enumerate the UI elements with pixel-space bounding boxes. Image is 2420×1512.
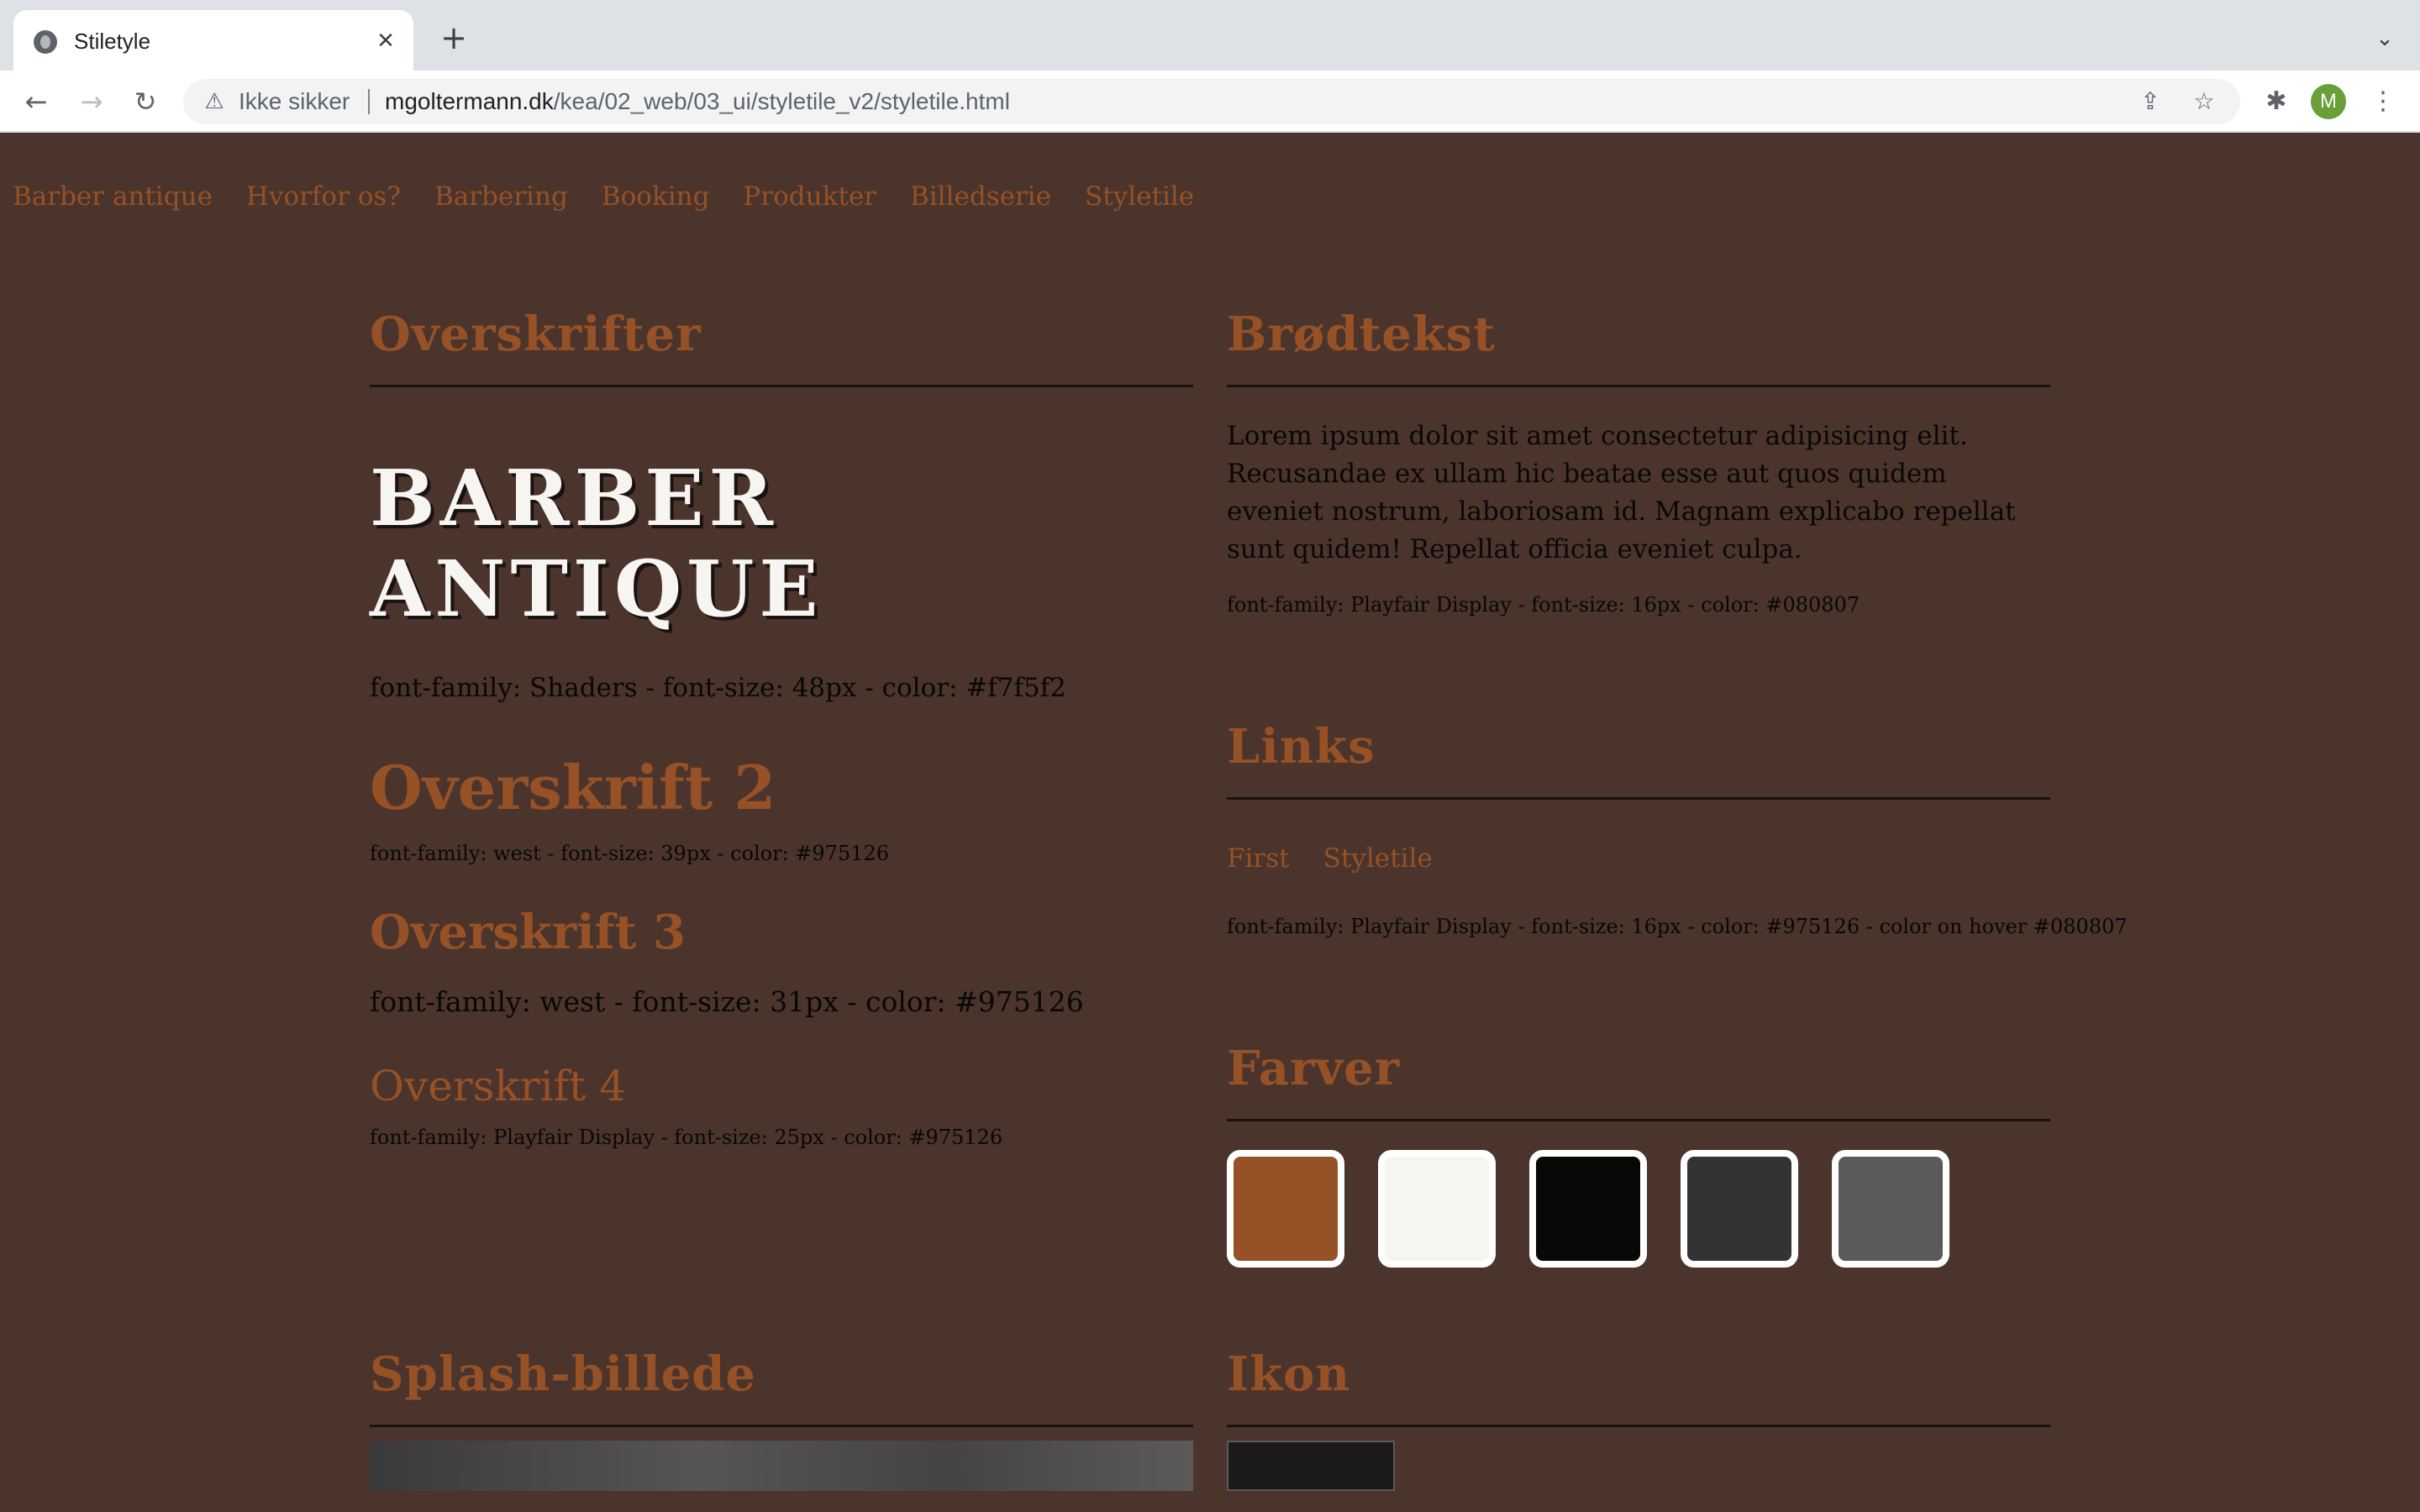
color-swatch — [1529, 1150, 1647, 1268]
nav-link-styletile[interactable]: Styletile — [1085, 176, 1194, 217]
forward-button[interactable]: → — [74, 84, 109, 119]
body-spec: font-family: Playfair Display - font-siz… — [1227, 593, 1860, 617]
splash-image — [370, 1441, 1193, 1491]
link-first[interactable]: First — [1227, 838, 1290, 879]
icon-column: Ikon — [1227, 1342, 2050, 1491]
address-bar[interactable]: ⚠ Ikke sikker mgoltermann.dk/kea/02_web/… — [183, 79, 2240, 124]
close-icon[interactable]: ✕ — [371, 27, 400, 55]
nav-link-barber-antique[interactable]: Barber antique — [13, 176, 213, 217]
nav-link-hvorfor-os[interactable]: Hvorfor os? — [246, 176, 401, 217]
heading-4-sample: Overskrift 4 — [370, 1062, 626, 1110]
section-title-brodtekst: Brødtekst — [1227, 307, 1497, 362]
body-paragraph: Lorem ipsum dolor sit amet consectetur a… — [1227, 421, 2016, 564]
back-button[interactable]: ← — [18, 84, 54, 119]
share-icon[interactable]: ⇪ — [2136, 87, 2165, 116]
splash-column: Splash-billede — [370, 1342, 1193, 1491]
browser-tab[interactable]: Stiletyle ✕ — [13, 10, 413, 71]
reload-button[interactable]: ↻ — [128, 84, 163, 119]
color-swatch — [1378, 1150, 1496, 1268]
section-title-overskrifter: Overskrifter — [370, 307, 702, 362]
heading-3-sample: Overskrift 3 — [370, 905, 686, 960]
heading-2-sample: Overskrift 2 — [370, 752, 776, 823]
display-heading-line1: BARBER — [370, 453, 778, 543]
section-title-links: Links — [1227, 719, 1376, 774]
headings-column: Overskrifter BARBER ANTIQUE font-family:… — [370, 302, 1193, 1152]
chevron-down-icon[interactable]: ⌄ — [2370, 24, 2400, 54]
globe-icon — [34, 30, 57, 54]
color-swatch — [1832, 1150, 1949, 1268]
section-divider — [1227, 385, 2050, 387]
url-host: mgoltermann.dk — [385, 88, 554, 114]
section-divider — [1227, 1119, 2050, 1121]
nav-link-barbering[interactable]: Barbering — [434, 176, 568, 217]
address-divider — [368, 89, 370, 114]
section-divider — [1227, 797, 2050, 800]
nav-link-produkter[interactable]: Produkter — [743, 176, 876, 217]
icon-image — [1227, 1441, 1395, 1491]
browser-toolbar: ← → ↻ ⚠ Ikke sikker mgoltermann.dk/kea/0… — [0, 71, 2420, 133]
section-title-splash: Splash-billede — [370, 1347, 757, 1402]
display-heading-line2: ANTIQUE — [370, 543, 823, 634]
avatar[interactable]: M — [2311, 84, 2346, 119]
section-divider — [370, 385, 1193, 387]
section-divider — [370, 1425, 1193, 1427]
tab-title: Stiletyle — [74, 29, 151, 54]
page-content: Barber antique Hvorfor os? Barbering Boo… — [0, 133, 2420, 1512]
color-swatch — [1681, 1150, 1798, 1268]
links-spec: font-family: Playfair Display - font-siz… — [1227, 915, 2128, 938]
tab-strip: Stiletyle ✕ + ⌄ — [0, 0, 2420, 71]
color-swatches — [1227, 1150, 2050, 1268]
section-title-ikon: Ikon — [1227, 1347, 1351, 1402]
nav-link-booking[interactable]: Booking — [602, 176, 710, 217]
more-menu-icon[interactable]: ⋮ — [2368, 84, 2398, 119]
heading-2-spec: font-family: west - font-size: 39px - co… — [370, 842, 890, 865]
url-text[interactable]: mgoltermann.dk/kea/02_web/03_ui/styletil… — [385, 87, 1010, 116]
url-path: /kea/02_web/03_ui/styletile_v2/styletile… — [553, 88, 1010, 114]
links-row: First Styletile — [1227, 838, 2050, 879]
nav-link-billedserie[interactable]: Billedserie — [910, 176, 1051, 217]
site-nav: Barber antique Hvorfor os? Barbering Boo… — [13, 176, 1194, 217]
color-swatch — [1227, 1150, 1344, 1268]
security-label[interactable]: Ikke sikker — [239, 87, 350, 116]
display-heading: BARBER ANTIQUE — [370, 453, 1193, 634]
display-spec: font-family: Shaders - font-size: 48px -… — [370, 673, 1066, 703]
section-title-farver: Farver — [1227, 1041, 1401, 1096]
section-divider — [1227, 1425, 2050, 1427]
link-styletile[interactable]: Styletile — [1323, 838, 1433, 879]
heading-4-spec: font-family: Playfair Display - font-siz… — [370, 1126, 1003, 1149]
extensions-icon[interactable]: ✱ — [2260, 86, 2292, 118]
heading-3-spec: font-family: west - font-size: 31px - co… — [370, 985, 1084, 1018]
warning-icon[interactable]: ⚠ — [200, 87, 229, 116]
body-column: Brødtekst Lorem ipsum dolor sit amet con… — [1227, 302, 2128, 1268]
new-tab-button[interactable]: + — [437, 22, 471, 55]
star-icon[interactable]: ☆ — [2190, 87, 2218, 116]
